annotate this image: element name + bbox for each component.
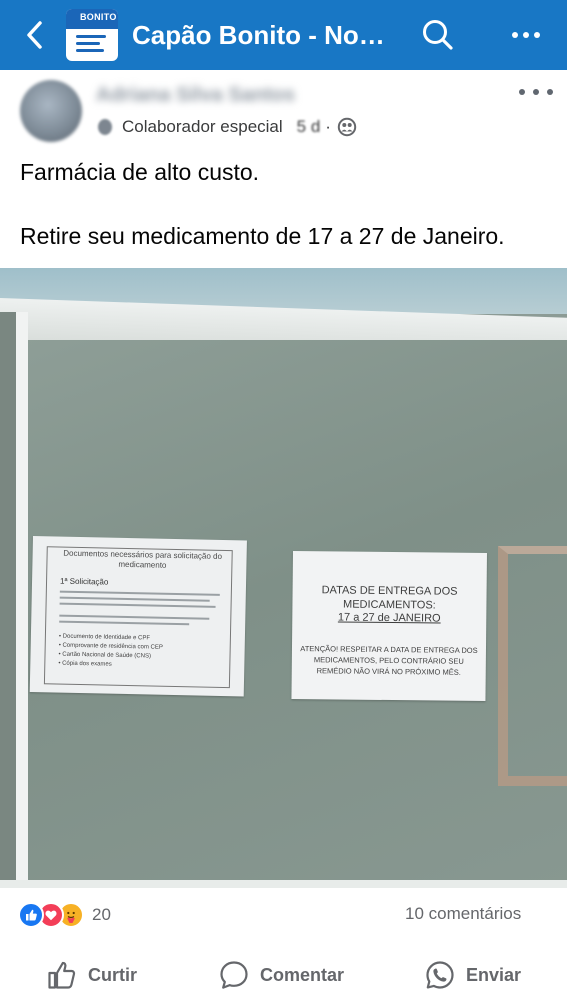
thumbs-up-icon [48,961,76,989]
chevron-left-icon [27,21,42,49]
notice-delivery-heading: DATAS DE ENTREGA DOS MEDICAMENTOS: [321,584,458,612]
notice-documents-title: Documentos necessários para solicitação … [63,548,223,570]
notice-sheet-delivery-dates: DATAS DE ENTREGA DOS MEDICAMENTOS: 17 a … [291,551,487,702]
send-button-label: Enviar [466,964,522,985]
notice-sheet-documents: Documentos necessários para solicitação … [29,536,247,697]
group-thumbnail-word: BONITO [80,12,117,22]
reactions-summary[interactable]: 20 [18,902,111,928]
author-avatar[interactable] [20,80,82,142]
contributor-badge-icon [96,116,118,138]
like-reaction-icon [18,902,44,928]
meta-separator: · [325,117,331,136]
post-text-line: Retire seu medicamento de 17 a 27 de Jan… [20,223,505,249]
like-button[interactable]: Curtir [46,948,137,1002]
post-options-button[interactable] [519,80,553,104]
like-button-label: Curtir [88,964,137,985]
post-meta: Colaborador especial 5 d · [96,116,357,138]
post-photo[interactable]: Documentos necessários para solicitação … [0,268,567,888]
author-name[interactable]: Adriana Silva Santos [96,84,295,107]
comments-count[interactable]: 10 comentários [405,904,521,924]
comment-button-label: Comentar [260,964,345,985]
send-whatsapp-button[interactable]: Enviar [424,948,521,1002]
comment-bubble-icon [220,961,248,989]
whatsapp-icon [426,961,454,989]
notice-delivery-date: 17 a 27 de JANEIRO [337,611,441,625]
group-thumbnail[interactable]: BONITO [66,9,118,61]
search-button[interactable] [420,17,456,53]
group-title[interactable]: Capão Bonito - Notícias [132,20,392,51]
more-dots-icon [512,32,518,38]
reactions-count: 20 [92,905,111,924]
notice-section-first-request: 1ª Solicitação [59,576,109,587]
post-options-dots-icon [519,89,525,95]
notice-documents-list: • Documento de Identidade e CPF • Compro… [58,633,163,671]
back-button[interactable] [0,0,70,70]
post-time[interactable]: 5 d [297,117,321,137]
comment-button[interactable]: Comentar [218,948,344,1002]
more-options-button[interactable] [504,17,548,53]
notice-warning: ATENÇÃO! RESPEITAR A DATA DE ENTREGA DOS… [300,644,478,677]
post-text-line: Farmácia de alto custo. [20,159,260,185]
post-text: Farmácia de alto custo. Retire seu medic… [20,156,550,252]
search-icon [423,20,453,50]
top-bar: BONITO Capão Bonito - Notícias [0,0,567,70]
members-privacy-icon [337,117,357,137]
author-role: Colaborador especial [122,117,283,136]
post-actions: Curtir Comentar Enviar [0,948,567,1002]
